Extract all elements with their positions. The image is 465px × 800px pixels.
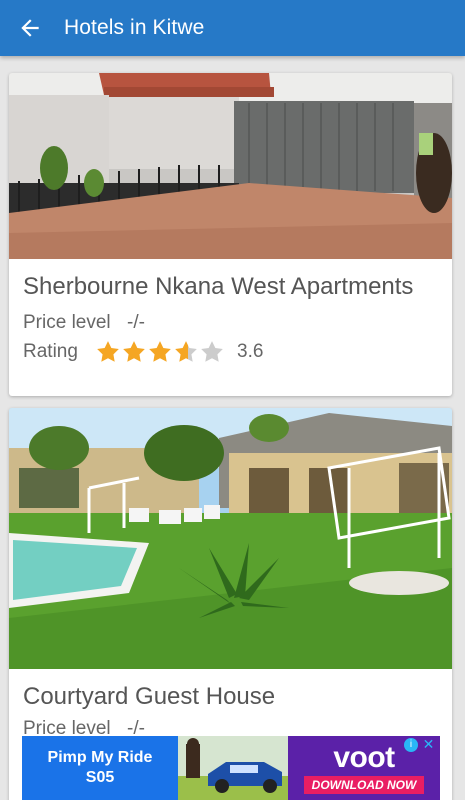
ad-brand: voot (333, 741, 395, 774)
info-icon[interactable]: i (404, 738, 418, 752)
ad-brand-area: voot DOWNLOAD NOW i ✕ (288, 736, 440, 800)
rating-value: 3.6 (237, 340, 264, 362)
hotel-list[interactable]: Sherbourne Nkana West Apartments Price l… (0, 56, 465, 800)
price-label: Price level (23, 311, 111, 333)
hotel-name: Courtyard Guest House (23, 683, 276, 710)
ad-banner[interactable]: Pimp My Ride S05 voot DOWNLOAD NOW i ✕ (22, 736, 440, 800)
star-icon (149, 340, 171, 362)
star-icon (97, 340, 119, 362)
rating-row: Rating 3.6 (9, 337, 452, 366)
ad-car-image (178, 736, 288, 800)
star-icon (175, 340, 197, 362)
hotel-photo (9, 73, 452, 259)
app-bar: Hotels in Kitwe (0, 0, 465, 56)
back-button[interactable] (0, 0, 60, 56)
hotel-card[interactable]: Sherbourne Nkana West Apartments Price l… (9, 73, 452, 396)
price-value: -/- (127, 311, 145, 333)
hotel-photo (9, 408, 452, 669)
ad-cta-button[interactable]: DOWNLOAD NOW (303, 776, 425, 794)
hotel-name: Sherbourne Nkana West Apartments (23, 273, 414, 300)
arrow-back-icon (21, 19, 39, 37)
price-row: Price level -/- (9, 308, 452, 337)
ad-line-1: Pimp My Ride (47, 749, 153, 766)
ad-promo-text: Pimp My Ride S05 (22, 736, 178, 800)
rating-stars (95, 339, 225, 365)
star-icon (123, 340, 145, 362)
close-icon[interactable]: ✕ (421, 737, 436, 752)
star-icon (201, 340, 223, 362)
page-title: Hotels in Kitwe (64, 16, 205, 39)
ad-line-2: S05 (85, 769, 115, 786)
